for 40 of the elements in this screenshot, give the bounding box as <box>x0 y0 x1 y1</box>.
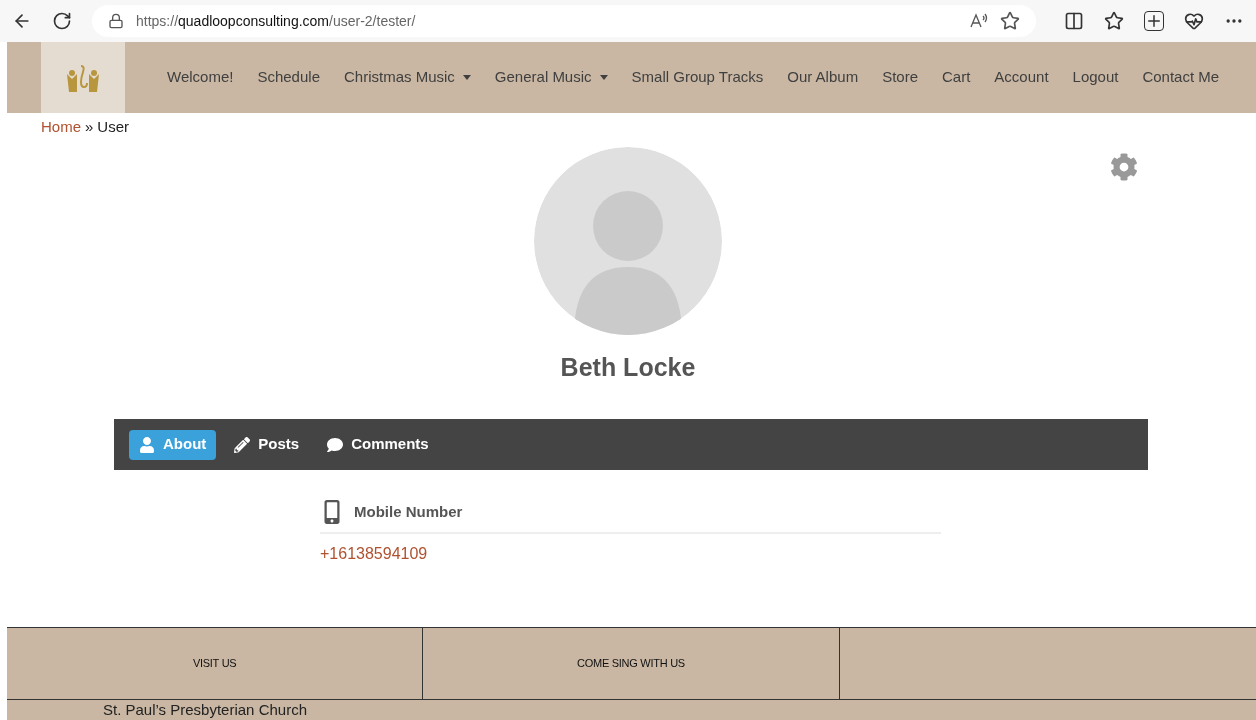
phone-number: +16138594109 <box>320 544 429 564</box>
nav-link[interactable]: Contact Me <box>1142 66 1220 89</box>
breadcrumb-current: User <box>97 117 130 137</box>
url-text: https://quadloopconsulting.com/user-2/tester/ <box>136 11 417 31</box>
reload-icon[interactable] <box>52 11 72 31</box>
footer-address: St. Paul’s Presbyterian Church <box>102 700 308 720</box>
read-aloud-icon[interactable] <box>970 13 988 29</box>
user-icon <box>139 436 155 453</box>
nav-link[interactable]: Logout <box>1072 66 1119 89</box>
favorite-star-icon[interactable] <box>1000 11 1020 31</box>
footer-heading: COME SING WITH US <box>577 656 685 672</box>
nav-link[interactable]: Schedule <box>257 66 320 89</box>
nav-link[interactable]: Cart <box>942 66 971 89</box>
collections-icon[interactable] <box>1144 11 1164 31</box>
caret-icon <box>599 75 608 80</box>
address-bar[interactable]: https://quadloopconsulting.com/user-2/tester/ <box>92 5 1036 37</box>
nav-link[interactable]: General Music <box>494 66 608 89</box>
nav-link[interactable]: Christmas Music <box>344 66 471 89</box>
nav-link[interactable]: Welcome! <box>167 66 234 89</box>
nav-link[interactable]: Our Album <box>787 66 859 89</box>
health-icon[interactable] <box>1184 11 1204 31</box>
profile-name: Beth Locke <box>560 351 696 383</box>
nav-link[interactable]: Store <box>882 66 918 89</box>
settings-icon[interactable] <box>1110 153 1138 181</box>
profile-tab[interactable]: About <box>129 429 217 460</box>
profile-tab[interactable]: Comments <box>317 429 439 460</box>
nav-link[interactable]: Small Group Tracks <box>631 66 764 89</box>
breadcrumb-link[interactable]: Home <box>41 116 81 139</box>
breadcrumb-separator: » <box>85 117 94 137</box>
field-label: Mobile Number <box>354 501 463 522</box>
favorites-icon[interactable] <box>1104 11 1124 31</box>
mobile-phone-icon <box>322 500 342 524</box>
footer-heading: VISIT US <box>192 656 237 672</box>
comment-icon <box>327 436 344 453</box>
pencil-icon <box>234 436 251 453</box>
caret-icon <box>462 75 471 80</box>
lock-icon <box>108 13 124 29</box>
split-screen-icon[interactable] <box>1064 11 1084 31</box>
nav-link[interactable]: Account <box>994 66 1049 89</box>
profile-tab[interactable]: Posts <box>224 429 310 460</box>
